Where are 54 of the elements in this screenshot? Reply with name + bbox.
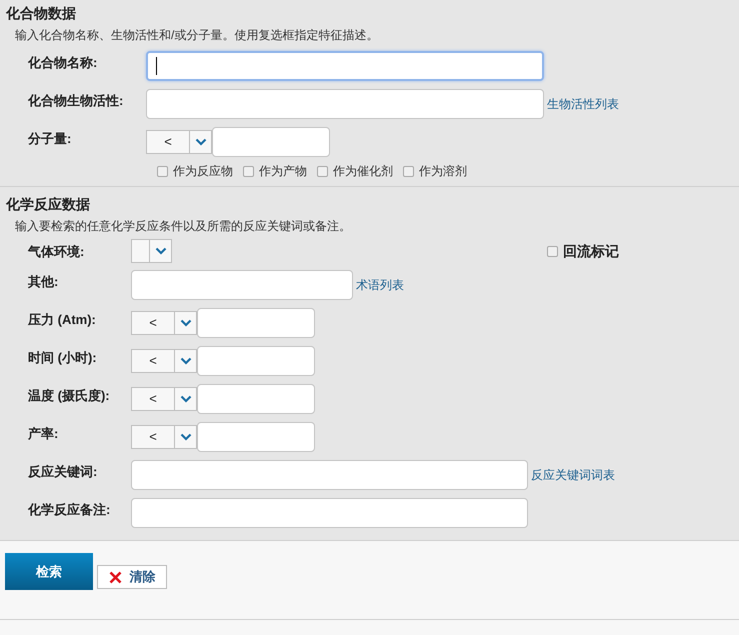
- field-label: 压力 (Atm):: [28, 311, 97, 329]
- field-label: 分子量:: [28, 130, 72, 148]
- checkbox[interactable]: [157, 166, 168, 176]
- section-description: 输入要检索的任意化学反应条件以及所需的反应关键词或备注。: [14, 218, 352, 235]
- text-field[interactable]: [131, 460, 528, 490]
- field-label: 化合物名称:: [28, 54, 98, 72]
- checkbox-label: 作为催化剂: [333, 163, 393, 180]
- text-field[interactable]: [146, 89, 544, 119]
- chevron-down-icon: [154, 247, 166, 255]
- operator-dropdown[interactable]: <: [131, 311, 197, 335]
- text-field[interactable]: [146, 51, 544, 81]
- chevron-down-icon: [180, 395, 192, 403]
- chevron-down-icon: [180, 433, 192, 441]
- checkbox-label: 作为反应物: [173, 163, 233, 180]
- value-field[interactable]: [197, 422, 315, 452]
- text-field[interactable]: [131, 498, 528, 528]
- value-field[interactable]: [197, 384, 315, 414]
- chevron-down-icon: [180, 319, 192, 327]
- chevron-down-icon: [180, 357, 192, 365]
- section-description: 输入化合物名称、生物活性和/或分子量。使用复选框指定特征描述。: [14, 27, 380, 44]
- field-label: 气体环境:: [28, 243, 86, 261]
- value-field[interactable]: [197, 308, 315, 338]
- operator-dropdown[interactable]: <: [131, 387, 197, 411]
- field-label: 化合物生物活性:: [28, 92, 124, 110]
- operator-dropdown[interactable]: <: [131, 349, 197, 373]
- gas-dropdown[interactable]: [131, 239, 172, 263]
- field-label: 化学反应备注:: [28, 501, 112, 519]
- field-label: 产率:: [28, 425, 60, 443]
- checkbox[interactable]: [403, 166, 414, 176]
- checkbox[interactable]: [317, 166, 328, 176]
- field-label: 时间 (小时):: [28, 349, 98, 367]
- value-field[interactable]: [197, 346, 315, 376]
- list-link[interactable]: 术语列表: [356, 276, 404, 294]
- text-field[interactable]: [131, 270, 353, 300]
- search-button[interactable]: 检索: [5, 553, 93, 590]
- list-link[interactable]: 反应关键词词表: [531, 466, 615, 484]
- section-title: 化合物数据: [4, 4, 77, 23]
- clear-button[interactable]: 清除: [97, 565, 167, 589]
- checkbox[interactable]: [547, 246, 558, 256]
- checkbox-label: 作为产物: [259, 163, 307, 180]
- chevron-down-icon: [194, 138, 206, 146]
- field-label: 反应关键词:: [28, 463, 98, 481]
- checkbox-label: 回流标记: [563, 242, 619, 260]
- text-cursor: [156, 57, 157, 75]
- checkbox-label: 作为溶剂: [419, 163, 467, 180]
- value-field[interactable]: [212, 127, 330, 157]
- section-title: 化学反应数据: [4, 195, 91, 214]
- operator-dropdown[interactable]: <: [146, 130, 212, 154]
- operator-dropdown[interactable]: <: [131, 425, 197, 449]
- field-label: 温度 (摄氏度):: [28, 387, 111, 405]
- checkbox[interactable]: [243, 166, 254, 176]
- field-label: 其他:: [28, 273, 60, 291]
- close-icon: [108, 570, 122, 584]
- list-link[interactable]: 生物活性列表: [547, 95, 619, 113]
